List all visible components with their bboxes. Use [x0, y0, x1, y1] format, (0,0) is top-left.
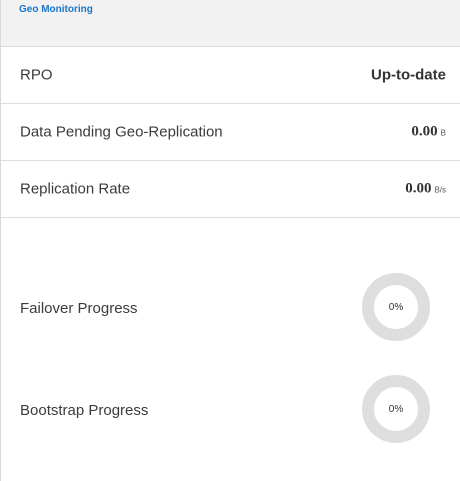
replication-rate-row: Replication Rate 0.00 B/s: [1, 161, 460, 218]
bootstrap-progress-label: Bootstrap Progress: [20, 402, 149, 419]
failover-progress-row: Failover Progress 0%: [1, 218, 460, 342]
failover-progress-donut: 0%: [359, 270, 433, 344]
panel-title: Geo Monitoring: [19, 3, 93, 15]
data-pending-value: 0.00: [411, 123, 438, 140]
replication-rate-value-group: 0.00 B/s: [405, 181, 446, 198]
bootstrap-progress-donut: 0%: [359, 372, 433, 446]
data-pending-value-group: 0.00 B: [411, 124, 446, 141]
rpo-label: RPO: [20, 66, 53, 84]
data-pending-label: Data Pending Geo-Replication: [20, 123, 223, 141]
geo-monitoring-panel: Geo Monitoring RPO Up-to-date Data Pendi…: [0, 0, 460, 481]
replication-rate-unit: B/s: [434, 185, 446, 195]
replication-rate-label: Replication Rate: [20, 180, 131, 198]
bootstrap-progress-row: Bootstrap Progress 0%: [1, 342, 460, 466]
failover-progress-label: Failover Progress: [20, 300, 138, 317]
data-pending-row: Data Pending Geo-Replication 0.00 B: [1, 104, 460, 161]
data-pending-unit: B: [440, 128, 446, 138]
failover-progress-value: 0%: [388, 301, 404, 313]
rpo-value: Up-to-date: [371, 66, 446, 84]
replication-rate-value: 0.00: [405, 180, 432, 197]
panel-header: Geo Monitoring: [1, 0, 460, 47]
rpo-row: RPO Up-to-date: [1, 47, 460, 104]
bootstrap-progress-value: 0%: [388, 403, 404, 415]
